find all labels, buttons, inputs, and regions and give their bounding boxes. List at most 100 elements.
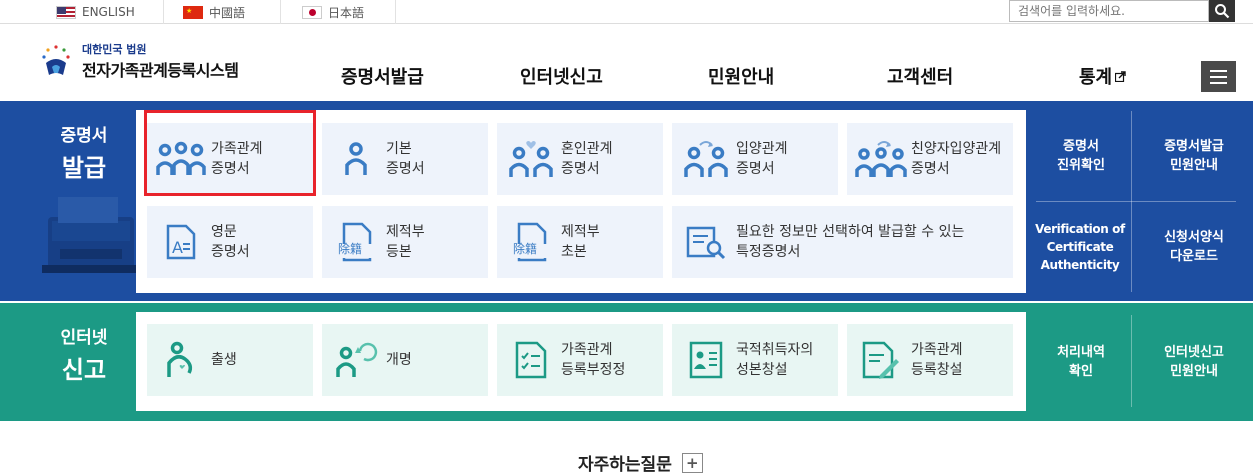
english-certificate-card[interactable]: A 영문증명서	[147, 206, 313, 278]
card-label-2: 증명서	[386, 161, 425, 177]
lang-japanese[interactable]: 日本語	[302, 0, 364, 24]
certificate-label-2: 발급	[61, 154, 107, 182]
removed-register-icon-text: 除籍	[338, 242, 363, 256]
faq-expand-button[interactable]: +	[681, 452, 703, 473]
document-pen-icon	[862, 341, 899, 379]
couple-heart-icon	[509, 141, 553, 177]
external-link-icon	[1115, 70, 1126, 82]
card-label-2: 초본	[561, 244, 587, 260]
card-label-1: 필요한 정보만 선택하여 발급할 수 있는	[736, 224, 965, 240]
naturalized-surname-card[interactable]: 국적취득자의성본창설	[672, 324, 838, 396]
card-label-1: 개명	[386, 352, 412, 368]
card-label-1: 기본	[386, 141, 412, 157]
form-download-label-1: 신청서양식	[1164, 230, 1224, 245]
nav-customer-center[interactable]: 고객센터	[887, 63, 953, 89]
register-creation-card[interactable]: 가족관계등록창설	[847, 324, 1013, 396]
id-document-icon	[689, 341, 723, 379]
register-correction-card[interactable]: 가족관계등록부정정	[497, 324, 663, 396]
lang-english[interactable]: ENGLISH	[56, 0, 135, 24]
card-label-2: 특정증명서	[736, 244, 801, 260]
card-label-2: 증명서	[736, 161, 775, 177]
checklist-icon	[515, 341, 547, 379]
certificate-guide-button[interactable]: 증명서발급 민원안내	[1138, 115, 1250, 197]
verify-certificate-label-2: 진위확인	[1057, 158, 1105, 173]
card-label-2: 등록창설	[911, 362, 963, 378]
hamburger-icon	[1210, 69, 1227, 72]
faq-title: 자주하는질문	[578, 455, 672, 475]
card-label-2: 증명서	[561, 161, 600, 177]
japan-flag-icon	[302, 5, 322, 19]
lang-chinese-label: 中國語	[209, 5, 246, 20]
process-history-label-2: 확인	[1069, 364, 1093, 379]
birth-report-card[interactable]: 출생	[147, 324, 313, 396]
language-bar: ENGLISH ★ 中國語 日本語	[0, 0, 1253, 24]
nav-statistics-label: 통계	[1079, 67, 1113, 88]
logo-title: 전자가족관계등록시스템	[82, 61, 239, 80]
pregnant-person-icon	[167, 341, 193, 377]
verification-authenticity-button[interactable]: Verification of Certificate Authenticity	[1030, 205, 1130, 289]
card-label-2: 성본창설	[736, 362, 788, 378]
full-adoption-certificate-card[interactable]: 친양자입양관계 증명서	[847, 123, 1013, 195]
process-history-label-1: 처리내역	[1057, 345, 1105, 360]
name-change-card[interactable]: 개명	[322, 324, 488, 396]
card-label-2: 등본	[386, 244, 412, 260]
card-label-1: 혼인관계	[561, 141, 613, 157]
process-history-button[interactable]: 처리내역확인	[1036, 317, 1126, 407]
nav-internet-report[interactable]: 인터넷신고	[520, 63, 603, 89]
card-label-1: 가족관계	[561, 342, 613, 358]
lang-english-label: ENGLISH	[82, 5, 135, 19]
removed-register-icon-text: 除籍	[513, 242, 538, 256]
svg-text:A: A	[172, 238, 183, 257]
nav-statistics[interactable]: 통계	[1079, 63, 1126, 89]
printer-icon	[42, 197, 138, 273]
card-label-1: 제적부	[561, 224, 600, 240]
china-flag-icon: ★	[183, 5, 203, 19]
card-label-1: 영문	[211, 224, 237, 240]
card-label-1: 가족관계	[911, 342, 963, 358]
certificate-label-1: 증명서	[60, 126, 108, 146]
verification-label-2: Certificate	[1046, 240, 1114, 254]
card-label-2: 증명서	[911, 161, 950, 177]
marriage-certificate-card[interactable]: 혼인관계증명서	[497, 123, 663, 195]
basic-certificate-card[interactable]: 기본증명서	[322, 123, 488, 195]
verify-certificate-button[interactable]: 증명서진위확인	[1036, 115, 1126, 197]
specific-certificate-card[interactable]: 필요한 정보만 선택하여 발급할 수 있는특정증명서	[672, 206, 1013, 278]
verify-certificate-label-1: 증명서	[1063, 139, 1099, 154]
faq-heading: 자주하는질문 +	[578, 450, 703, 475]
verification-label-3: Authenticity	[1040, 258, 1120, 272]
site-logo[interactable]: 대한민국 법원 전자가족관계등록시스템	[36, 41, 239, 81]
card-label-1: 제적부	[386, 224, 425, 240]
card-label-1: 입양관계	[736, 141, 788, 157]
card-label-2: 등록부정정	[561, 362, 626, 378]
application-form-download-button[interactable]: 신청서양식다운로드	[1138, 205, 1250, 289]
certificate-section-label: 증명서 발급	[44, 121, 124, 183]
removed-register-abstract-card[interactable]: 除籍 제적부초본	[497, 206, 663, 278]
removed-register-copy-card[interactable]: 除籍 제적부등본	[322, 206, 488, 278]
nav-certificate[interactable]: 증명서발급	[341, 63, 424, 89]
report-guide-label-2: 민원안내	[1170, 364, 1218, 379]
lang-chinese[interactable]: ★ 中國語	[183, 0, 245, 24]
family-adoption-icon	[855, 141, 907, 177]
hamburger-menu-button[interactable]	[1201, 61, 1236, 92]
card-label-2: 증명서	[211, 244, 250, 260]
search-input[interactable]	[1009, 0, 1209, 22]
person-icon	[345, 142, 367, 175]
lang-japanese-label: 日本語	[328, 5, 365, 20]
report-guide-button[interactable]: 인터넷신고민원안내	[1138, 317, 1250, 407]
search-button[interactable]	[1209, 0, 1235, 22]
search-icon	[1215, 4, 1230, 19]
card-label-1: 국적취득자의	[736, 342, 814, 358]
report-label-1: 인터넷	[60, 328, 108, 348]
report-guide-label-1: 인터넷신고	[1164, 345, 1224, 360]
nav-civil-guide[interactable]: 민원안내	[708, 63, 774, 89]
search-box	[1009, 0, 1245, 22]
header: 대한민국 법원 전자가족관계등록시스템 증명서발급 인터넷신고 민원안내 고객센…	[0, 25, 1253, 101]
document-a-icon: A	[166, 224, 196, 260]
verification-label-1: Verification of	[1035, 222, 1125, 236]
adoption-certificate-card[interactable]: 입양관계증명서	[672, 123, 838, 195]
form-download-label-2: 다운로드	[1170, 249, 1218, 264]
person-refresh-icon	[336, 342, 378, 377]
page: ENGLISH ★ 中國語 日本語 검색어를 입력하세요. 대한민국 법원 전자…	[0, 0, 1253, 476]
document-magnifier-icon	[686, 226, 726, 260]
certificate-guide-label-2: 민원안내	[1170, 158, 1218, 173]
